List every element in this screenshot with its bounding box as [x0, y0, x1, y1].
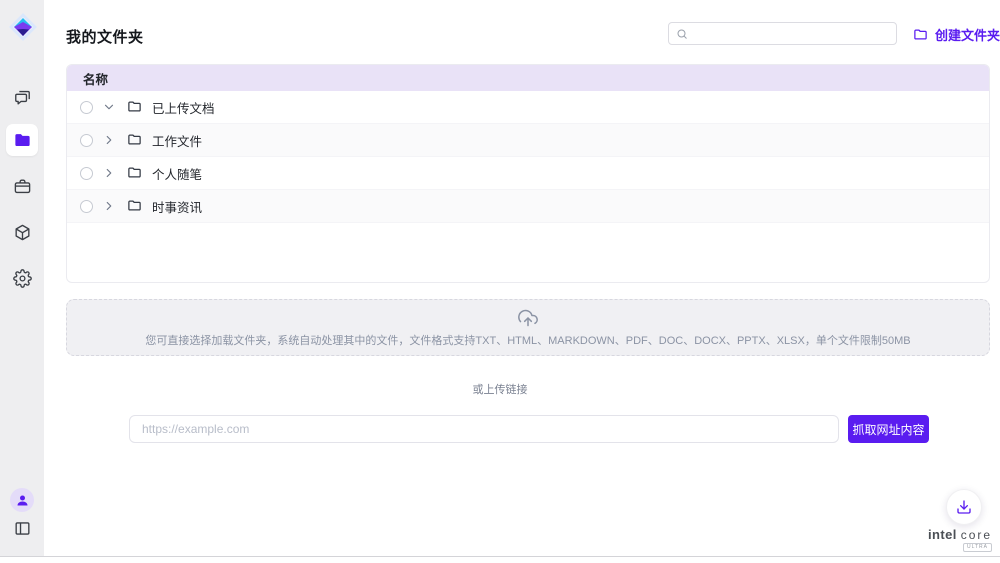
- create-folder-button[interactable]: 创建文件夹: [913, 25, 1000, 43]
- cloud-upload-icon: [518, 308, 538, 328]
- user-avatar[interactable]: [10, 488, 34, 512]
- intel-product-text: core: [961, 528, 992, 542]
- gear-icon: [13, 269, 32, 288]
- folder-icon: [127, 198, 143, 214]
- create-folder-label: 创建文件夹: [935, 25, 1000, 44]
- chevron-right-icon[interactable]: [102, 199, 116, 213]
- folder-plus-icon: [913, 27, 928, 42]
- sidebar-item-chat[interactable]: [12, 87, 32, 107]
- sidebar-item-models[interactable]: [12, 222, 32, 242]
- fetch-url-button[interactable]: 抓取网址内容: [848, 415, 929, 443]
- folder-icon: [127, 165, 143, 181]
- chevron-right-icon[interactable]: [102, 166, 116, 180]
- folder-name: 工作文件: [152, 131, 202, 150]
- app-window: 我的文件夹 创建文件夹 名称 已上传文档: [0, 0, 1000, 563]
- user-icon: [15, 493, 30, 508]
- folder-name: 时事资讯: [152, 197, 202, 216]
- or-upload-link-label: 或上传链接: [0, 381, 1000, 397]
- url-input[interactable]: [129, 415, 839, 443]
- download-icon: [956, 499, 972, 515]
- table-row[interactable]: 已上传文档: [67, 91, 989, 124]
- folder-name: 个人随笔: [152, 164, 202, 183]
- folder-icon: [127, 132, 143, 148]
- table-row[interactable]: 工作文件: [67, 124, 989, 157]
- upload-dropzone[interactable]: 您可直接选择加载文件夹，系统自动处理其中的文件，文件格式支持TXT、HTML、M…: [66, 299, 990, 356]
- download-button[interactable]: [946, 489, 982, 525]
- folder-icon: [127, 99, 143, 115]
- search-icon: [676, 28, 688, 40]
- row-checkbox[interactable]: [80, 167, 93, 180]
- folder-table: 名称 已上传文档 工作文件: [66, 64, 990, 283]
- intel-ultra-badge: ultra: [963, 543, 992, 552]
- chevron-right-icon[interactable]: [102, 133, 116, 147]
- intel-brand-text: intel: [928, 527, 957, 542]
- row-checkbox[interactable]: [80, 134, 93, 147]
- chevron-down-icon[interactable]: [102, 100, 116, 114]
- sidebar-item-workspace[interactable]: [12, 176, 32, 196]
- row-checkbox[interactable]: [80, 200, 93, 213]
- table-row[interactable]: 时事资讯: [67, 190, 989, 223]
- chat-icon: [13, 88, 32, 107]
- sidebar-item-settings[interactable]: [12, 268, 32, 288]
- page-title: 我的文件夹: [66, 26, 144, 47]
- cube-icon: [13, 223, 32, 242]
- column-header-name: 名称: [67, 65, 989, 91]
- search-box[interactable]: [668, 22, 897, 45]
- sidebar-item-folders[interactable]: [6, 124, 38, 156]
- row-checkbox[interactable]: [80, 101, 93, 114]
- upload-hint-text: 您可直接选择加载文件夹，系统自动处理其中的文件，文件格式支持TXT、HTML、M…: [145, 332, 910, 348]
- folder-icon: [13, 131, 32, 150]
- sidebar: [0, 0, 44, 556]
- app-logo-icon[interactable]: [8, 12, 38, 42]
- folder-name: 已上传文档: [152, 98, 215, 117]
- table-row[interactable]: 个人随笔: [67, 157, 989, 190]
- intel-core-badge: intel core ultra: [928, 527, 992, 552]
- panel-icon: [13, 519, 32, 538]
- window-bottom-divider: [0, 556, 1000, 557]
- collapse-sidebar-button[interactable]: [12, 518, 32, 538]
- search-input[interactable]: [693, 27, 889, 41]
- briefcase-icon: [13, 177, 32, 196]
